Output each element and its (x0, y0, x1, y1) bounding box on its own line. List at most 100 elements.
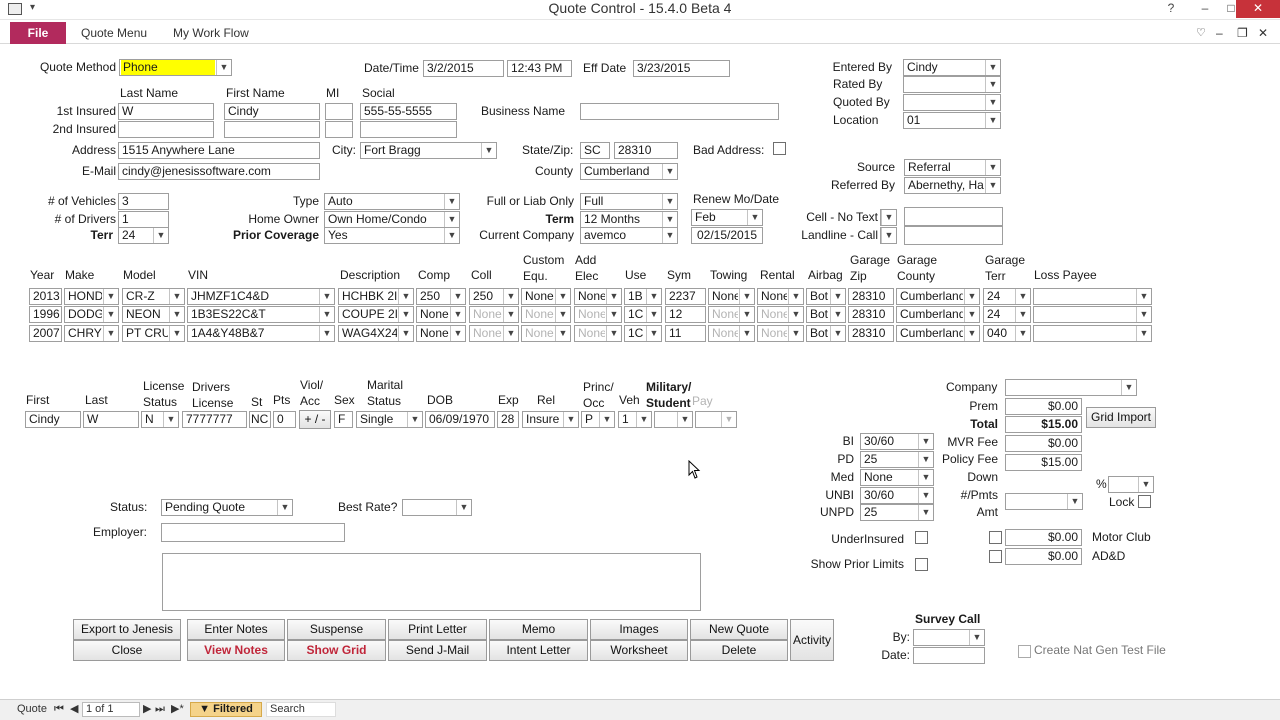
vehicle-1-gterr-select[interactable]: 24 ▼ (983, 288, 1031, 305)
current-company-select[interactable]: avemco ▼ (580, 227, 678, 244)
tab-my-work-flow[interactable]: My Work Flow (173, 24, 249, 42)
driver-rel-select[interactable]: Insure ▼ (522, 411, 579, 428)
vehicle-3-airbag-select[interactable]: Bot ▼ (806, 325, 846, 342)
driver-dob-input[interactable]: 06/09/1970 (425, 411, 495, 428)
pd-select[interactable]: 25 ▼ (860, 451, 934, 468)
vehicle-3-coll-select[interactable]: None ▼ (469, 325, 519, 342)
new-quote-button[interactable]: New Quote (690, 619, 788, 640)
lock-checkbox[interactable] (1138, 495, 1151, 508)
quote-method-select[interactable]: Phone ▼ (119, 59, 232, 76)
vehicle-2-use-select[interactable]: 1C ▼ (624, 306, 662, 323)
vehicle-1-rental-select[interactable]: None ▼ (757, 288, 804, 305)
images-button[interactable]: Images (590, 619, 688, 640)
close-button[interactable]: Close (73, 640, 181, 661)
doc-restore-icon[interactable]: ❐ (1237, 24, 1248, 42)
vehicle-3-make-select[interactable]: CHRY ▼ (64, 325, 119, 342)
insured1-social-input[interactable]: 555-55-5555 (360, 103, 457, 120)
renew-month-select[interactable]: Feb ▼ (691, 209, 763, 226)
driver-first-input[interactable]: Cindy (25, 411, 81, 428)
driver-points-input[interactable]: 0 (273, 411, 296, 428)
num-vehicles-input[interactable]: 3 (118, 193, 169, 210)
vehicle-3-use-select[interactable]: 1C ▼ (624, 325, 662, 342)
landline-select[interactable]: ▼ (880, 227, 897, 244)
vehicle-3-custom-select[interactable]: None ▼ (521, 325, 571, 342)
date-input[interactable]: 3/2/2015 (423, 60, 504, 77)
status-select[interactable]: Pending Quote ▼ (161, 499, 293, 516)
vehicle-2-coll-select[interactable]: None ▼ (469, 306, 519, 323)
vehicle-1-comp-select[interactable]: 250 ▼ (416, 288, 466, 305)
county-select[interactable]: Cumberland ▼ (580, 163, 678, 180)
vehicle-2-rental-select[interactable]: None ▼ (757, 306, 804, 323)
vehicle-1-model-select[interactable]: CR-Z ▼ (122, 288, 185, 305)
vehicle-2-custom-select[interactable]: None ▼ (521, 306, 571, 323)
zip-input[interactable]: 28310 (614, 142, 678, 159)
eff-date-input[interactable]: 3/23/2015 (633, 60, 730, 77)
help-icon[interactable]: ? (1158, 0, 1184, 18)
vehicle-1-airbag-select[interactable]: Bot ▼ (806, 288, 846, 305)
vehicle-3-comp-select[interactable]: None ▼ (416, 325, 466, 342)
vehicle-2-model-select[interactable]: NEON ▼ (122, 306, 185, 323)
policy-fee-input[interactable]: $15.00 (1005, 454, 1082, 471)
location-select[interactable]: 01 ▼ (903, 112, 1001, 129)
driver-sex-input[interactable]: F (334, 411, 353, 428)
grid-import-button[interactable]: Grid Import (1086, 407, 1156, 428)
mvr-fee-input[interactable]: $0.00 (1005, 435, 1082, 452)
vehicle-2-gzip-input[interactable]: 28310 (848, 306, 894, 323)
vehicle-1-make-select[interactable]: HOND ▼ (64, 288, 119, 305)
vehicle-3-gcounty-select[interactable]: Cumberland ▼ (896, 325, 980, 342)
terr-select[interactable]: 24 ▼ (118, 227, 169, 244)
term-select[interactable]: 12 Months ▼ (580, 211, 678, 228)
filtered-toggle[interactable]: ▼ Filtered (190, 702, 262, 717)
first-record-icon[interactable]: ⏮ (54, 702, 64, 717)
ribbon-collapse-icon[interactable]: ♡ (1196, 24, 1206, 42)
print-letter-button[interactable]: Print Letter (388, 619, 487, 640)
vehicle-3-model-select[interactable]: PT CRU ▼ (122, 325, 185, 342)
motor-club-input[interactable]: $0.00 (1005, 529, 1082, 546)
vehicle-1-gcounty-select[interactable]: Cumberland ▼ (896, 288, 980, 305)
time-input[interactable]: 12:43 PM (507, 60, 572, 77)
vehicle-1-towing-select[interactable]: None ▼ (708, 288, 755, 305)
vehicle-2-gterr-select[interactable]: 24 ▼ (983, 306, 1031, 323)
vehicle-2-make-select[interactable]: DODG ▼ (64, 306, 119, 323)
doc-close-icon[interactable]: ✕ (1258, 24, 1268, 42)
vehicle-3-loss-select[interactable]: ▼ (1033, 325, 1152, 342)
file-tab[interactable]: File (10, 22, 66, 44)
vehicle-2-gcounty-select[interactable]: Cumberland ▼ (896, 306, 980, 323)
vehicle-2-loss-select[interactable]: ▼ (1033, 306, 1152, 323)
vehicle-1-vin-select[interactable]: JHMZF1C4&D ▼ (187, 288, 335, 305)
export-to-jenesis-button[interactable]: Export to Jenesis (73, 619, 181, 640)
percent-select[interactable]: ▼ (1108, 476, 1154, 493)
driver-license-status-select[interactable]: N ▼ (141, 411, 179, 428)
vehicle-3-desc-select[interactable]: WAG4X24 ▼ (338, 325, 414, 342)
vehicle-1-coll-select[interactable]: 250 ▼ (469, 288, 519, 305)
driver-princ-select[interactable]: P ▼ (581, 411, 615, 428)
insured2-social-input[interactable] (360, 121, 457, 138)
close-window-icon[interactable]: ✕ (1236, 0, 1280, 18)
vehicle-2-airbag-select[interactable]: Bot ▼ (806, 306, 846, 323)
vehicle-2-sym-input[interactable]: 12 (665, 306, 706, 323)
vehicle-1-year-input[interactable]: 2013 (29, 288, 62, 305)
vehicle-1-loss-select[interactable]: ▼ (1033, 288, 1152, 305)
insured2-mi-input[interactable] (325, 121, 353, 138)
vehicle-2-comp-select[interactable]: None ▼ (416, 306, 466, 323)
bi-select[interactable]: 30/60 ▼ (860, 433, 934, 450)
vehicle-1-sym-input[interactable]: 2237 (665, 288, 706, 305)
company-select[interactable]: ▼ (1005, 379, 1137, 396)
quoted-by-select[interactable]: ▼ (903, 94, 1001, 111)
motor-club-checkbox[interactable] (989, 531, 1002, 544)
insured1-mi-input[interactable] (325, 103, 353, 120)
vehicle-3-sym-input[interactable]: 11 (665, 325, 706, 342)
vehicle-2-elec-select[interactable]: None ▼ (574, 306, 622, 323)
delete-button[interactable]: Delete (690, 640, 788, 661)
driver-veh-select[interactable]: 1 ▼ (618, 411, 652, 428)
show-prior-limits-checkbox[interactable] (915, 558, 928, 571)
address-input[interactable]: 1515 Anywhere Lane (118, 142, 320, 159)
landline-input[interactable] (904, 226, 1003, 245)
notes-memo[interactable] (162, 553, 701, 611)
violations-button[interactable]: + / - (299, 410, 331, 429)
cell-input[interactable] (904, 207, 1003, 226)
email-input[interactable]: cindy@jenesissoftware.com (118, 163, 320, 180)
driver-exp-input[interactable]: 28 (497, 411, 519, 428)
suspense-button[interactable]: Suspense (287, 619, 386, 640)
vehicle-3-gzip-input[interactable]: 28310 (848, 325, 894, 342)
